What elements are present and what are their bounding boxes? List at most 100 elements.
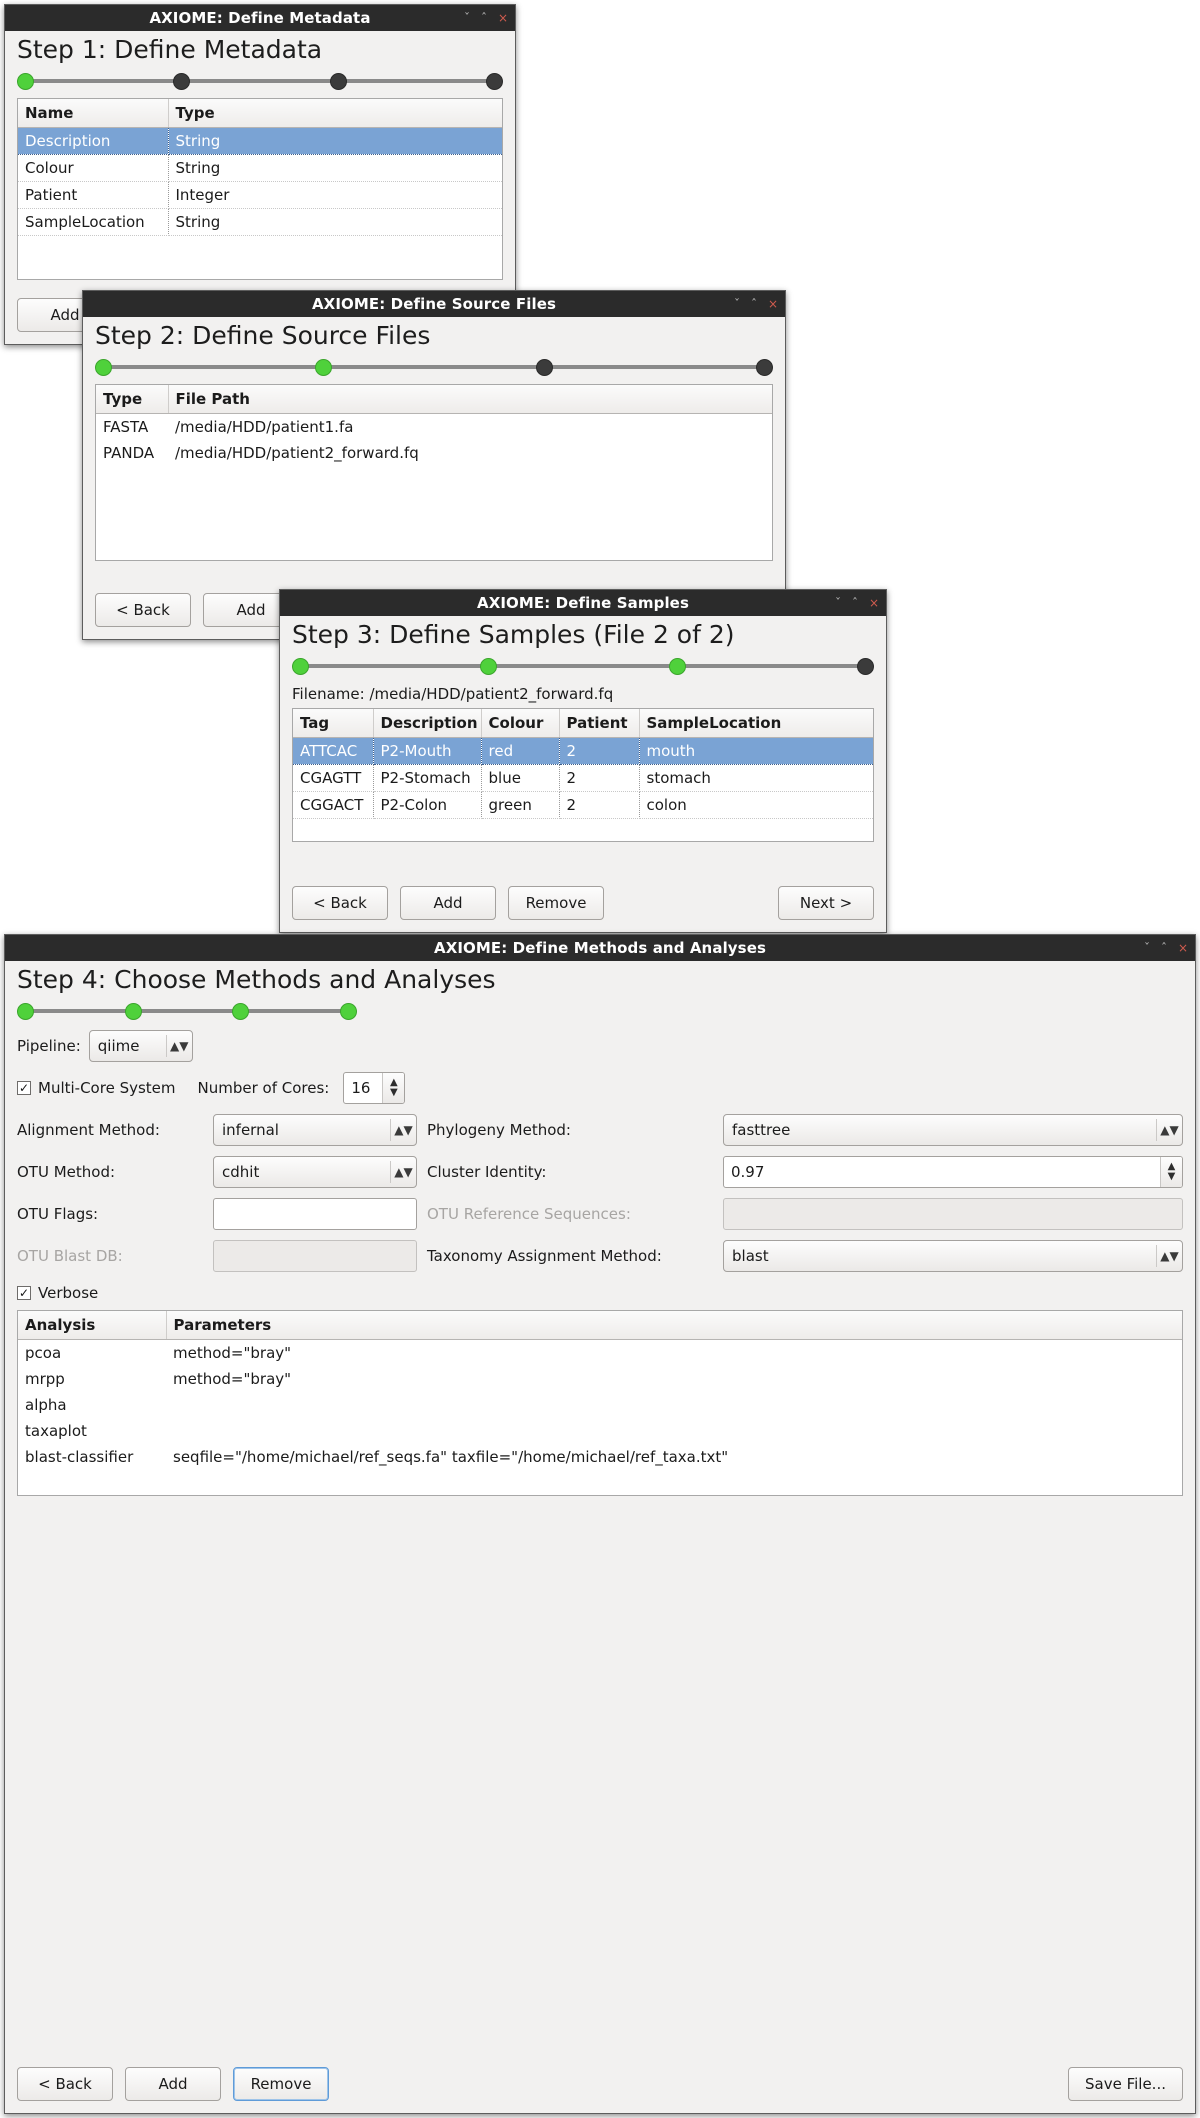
column-header-tag[interactable]: Tag bbox=[293, 709, 374, 738]
add-button[interactable]: Add bbox=[400, 886, 496, 920]
progress-dots bbox=[17, 73, 503, 90]
methods-form: Pipeline: qiime ▲ ▼ ✓ Multi-Core System N… bbox=[5, 1028, 1195, 1302]
window-define-methods-analyses[interactable]: AXIOME: Define Methods and Analyses ˇ ˆ … bbox=[4, 934, 1196, 2114]
cell-analysis: taxaplot bbox=[25, 1422, 87, 1440]
close-icon[interactable]: × bbox=[869, 597, 879, 609]
cell-type: String bbox=[168, 127, 502, 155]
table-row[interactable]: SampleLocation String bbox=[18, 208, 502, 236]
close-icon[interactable]: × bbox=[498, 12, 508, 24]
metadata-table-container[interactable]: Name Type Description String Colour Stri… bbox=[17, 98, 503, 280]
cell-patient: 2 bbox=[559, 737, 640, 765]
window-controls[interactable]: ˇ ˆ × bbox=[835, 590, 879, 616]
table-row[interactable]: alpha bbox=[18, 1392, 1182, 1418]
column-header-colour[interactable]: Colour bbox=[481, 709, 560, 738]
column-header-description[interactable]: Description bbox=[373, 709, 482, 738]
maximize-icon[interactable]: ˆ bbox=[852, 597, 858, 609]
stepper-arrows-icon[interactable]: ▲ ▼ bbox=[1160, 1157, 1182, 1187]
titlebar-define-source-files[interactable]: AXIOME: Define Source Files ˇ ˆ × bbox=[83, 291, 785, 317]
samples-table[interactable]: Tag Description Colour Patient SampleLoc… bbox=[293, 709, 873, 819]
alignment-method-select[interactable]: infernal ▲ ▼ bbox=[213, 1114, 417, 1146]
column-header-patient[interactable]: Patient bbox=[559, 709, 640, 738]
column-header-samplelocation[interactable]: SampleLocation bbox=[639, 709, 873, 738]
taxonomy-assignment-select[interactable]: blast ▲ ▼ bbox=[723, 1240, 1183, 1272]
window-body: Step 3: Define Samples (File 2 of 2) Fil… bbox=[280, 616, 886, 932]
close-icon[interactable]: × bbox=[1178, 942, 1188, 954]
pipeline-label: Pipeline: bbox=[17, 1037, 81, 1055]
column-header-analysis[interactable]: Analysis bbox=[18, 1311, 167, 1340]
cores-stepper[interactable]: 16 ▲ ▼ bbox=[343, 1072, 406, 1104]
table-row[interactable]: taxaplot bbox=[18, 1418, 1182, 1444]
analysis-table-container[interactable]: Analysis Parameters pcoa method="bray" m… bbox=[17, 1310, 1183, 1496]
chevron-updown-icon[interactable]: ▲ ▼ bbox=[165, 1035, 192, 1057]
cell-colour: red bbox=[481, 737, 560, 765]
back-button[interactable]: < Back bbox=[95, 593, 191, 627]
source-files-table-container[interactable]: Type File Path FASTA /media/HDD/patient1… bbox=[95, 384, 773, 561]
verbose-checkbox[interactable]: ✓ Verbose bbox=[17, 1284, 98, 1302]
chevron-updown-icon[interactable]: ▲ ▼ bbox=[1156, 1245, 1182, 1267]
cluster-identity-stepper[interactable]: 0.97 ▲ ▼ bbox=[723, 1156, 1183, 1188]
column-header-type[interactable]: Type bbox=[168, 99, 502, 128]
titlebar-define-metadata[interactable]: AXIOME: Define Metadata ˇ ˆ × bbox=[5, 5, 515, 31]
minimize-icon[interactable]: ˇ bbox=[835, 597, 841, 609]
otu-flags-input[interactable] bbox=[213, 1198, 417, 1230]
table-row[interactable]: ATTCAC P2-Mouth red 2 mouth bbox=[293, 737, 873, 765]
progress-dot-4 bbox=[856, 658, 874, 675]
back-button[interactable]: < Back bbox=[292, 886, 388, 920]
progress-dot-4 bbox=[755, 359, 773, 376]
minimize-icon[interactable]: ˇ bbox=[464, 12, 470, 24]
cell-type: String bbox=[168, 208, 502, 236]
pipeline-select[interactable]: qiime ▲ ▼ bbox=[88, 1030, 193, 1062]
stepper-arrows-icon[interactable]: ▲ ▼ bbox=[382, 1073, 405, 1103]
filename-label: Filename: /media/HDD/patient2_forward.fq bbox=[292, 685, 614, 703]
table-row[interactable]: mrpp method="bray" bbox=[18, 1366, 1182, 1392]
window-controls[interactable]: ˇ ˆ × bbox=[464, 5, 508, 31]
multicore-checkbox[interactable]: ✓ Multi-Core System bbox=[17, 1079, 176, 1097]
window-define-samples[interactable]: AXIOME: Define Samples ˇ ˆ × Step 3: Def… bbox=[279, 589, 887, 933]
close-icon[interactable]: × bbox=[768, 298, 778, 310]
table-row[interactable]: blast-classifier seqfile="/home/michael/… bbox=[18, 1444, 1182, 1470]
maximize-icon[interactable]: ˆ bbox=[1161, 942, 1167, 954]
add-button[interactable]: Add bbox=[125, 2067, 221, 2101]
titlebar-define-samples[interactable]: AXIOME: Define Samples ˇ ˆ × bbox=[280, 590, 886, 616]
back-button[interactable]: < Back bbox=[17, 2067, 113, 2101]
progress-dot-4 bbox=[485, 73, 503, 90]
chevron-updown-icon[interactable]: ▲ ▼ bbox=[1156, 1119, 1182, 1141]
table-row[interactable]: FASTA /media/HDD/patient1.fa bbox=[96, 414, 772, 441]
table-row[interactable]: CGAGTT P2-Stomach blue 2 stomach bbox=[293, 764, 873, 792]
samples-table-body: ATTCAC P2-Mouth red 2 mouth CGAGTT P2-St… bbox=[293, 737, 873, 819]
table-row[interactable]: Patient Integer bbox=[18, 181, 502, 209]
column-header-name[interactable]: Name bbox=[18, 99, 169, 128]
minimize-icon[interactable]: ˇ bbox=[1144, 942, 1150, 954]
metadata-table[interactable]: Name Type Description String Colour Stri… bbox=[18, 99, 502, 236]
remove-button[interactable]: Remove bbox=[508, 886, 604, 920]
next-button[interactable]: Next > bbox=[778, 886, 874, 920]
maximize-icon[interactable]: ˆ bbox=[751, 298, 757, 310]
remove-button[interactable]: Remove bbox=[233, 2067, 329, 2101]
save-file-button[interactable]: Save File... bbox=[1068, 2067, 1183, 2101]
column-header-type[interactable]: Type bbox=[96, 385, 169, 414]
cell-type: Integer bbox=[168, 181, 502, 209]
phylogeny-method-select[interactable]: fasttree ▲ ▼ bbox=[723, 1114, 1183, 1146]
window-controls[interactable]: ˇ ˆ × bbox=[734, 291, 778, 317]
window-controls[interactable]: ˇ ˆ × bbox=[1144, 935, 1188, 961]
maximize-icon[interactable]: ˆ bbox=[481, 12, 487, 24]
table-row[interactable]: pcoa method="bray" bbox=[18, 1340, 1182, 1367]
table-row[interactable]: Description String bbox=[18, 127, 502, 155]
column-header-parameters[interactable]: Parameters bbox=[166, 1311, 1182, 1340]
pipeline-value: qiime bbox=[97, 1037, 140, 1055]
window-define-source-files[interactable]: AXIOME: Define Source Files ˇ ˆ × Step 2… bbox=[82, 290, 786, 640]
table-row[interactable]: CGGACT P2-Colon green 2 colon bbox=[293, 791, 873, 819]
analysis-table[interactable]: Analysis Parameters pcoa method="bray" m… bbox=[18, 1311, 1182, 1470]
table-row[interactable]: Colour String bbox=[18, 154, 502, 182]
cell-parameters: method="bray" bbox=[173, 1344, 292, 1362]
chevron-updown-icon[interactable]: ▲ ▼ bbox=[390, 1161, 416, 1183]
otu-method-select[interactable]: cdhit ▲ ▼ bbox=[213, 1156, 417, 1188]
source-files-table[interactable]: Type File Path FASTA /media/HDD/patient1… bbox=[96, 385, 772, 466]
titlebar-define-methods-analyses[interactable]: AXIOME: Define Methods and Analyses ˇ ˆ … bbox=[5, 935, 1195, 961]
minimize-icon[interactable]: ˇ bbox=[734, 298, 740, 310]
column-header-file-path[interactable]: File Path bbox=[168, 385, 772, 414]
table-row[interactable]: PANDA /media/HDD/patient2_forward.fq bbox=[96, 440, 772, 466]
chevron-updown-icon[interactable]: ▲ ▼ bbox=[390, 1119, 416, 1141]
progress-dot-1 bbox=[17, 73, 34, 90]
samples-table-container[interactable]: Tag Description Colour Patient SampleLoc… bbox=[292, 708, 874, 842]
